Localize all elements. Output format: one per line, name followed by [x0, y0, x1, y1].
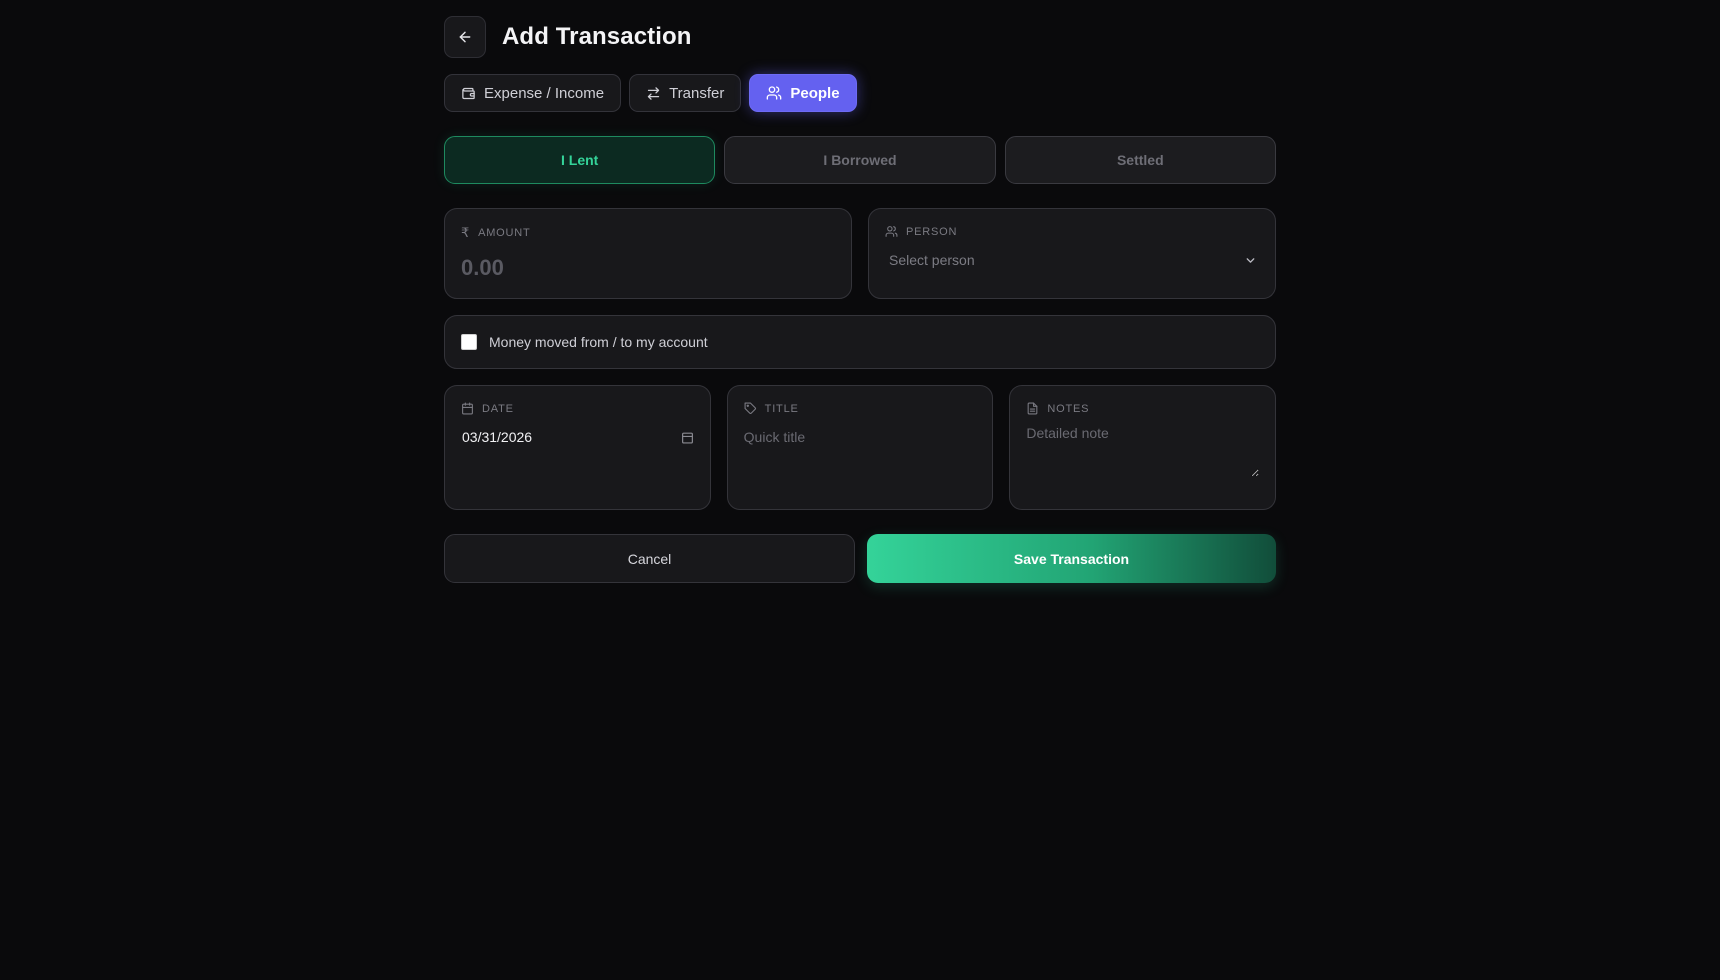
date-label: DATE	[461, 402, 694, 415]
tab-label: Transfer	[669, 84, 725, 102]
notes-label: NOTES	[1026, 402, 1259, 415]
amount-person-row: ₹ AMOUNT PERSON Select person	[444, 208, 1276, 299]
account-checkbox[interactable]	[461, 334, 477, 350]
person-select-value: Select person	[889, 252, 975, 268]
date-label-text: DATE	[482, 402, 514, 415]
person-card: PERSON Select person	[868, 208, 1276, 299]
tab-label: Expense / Income	[484, 84, 605, 102]
notes-label-text: NOTES	[1047, 402, 1090, 415]
arrows-swap-icon	[647, 86, 660, 100]
account-checkbox-label: Money moved from / to my account	[489, 334, 708, 350]
person-label-text: PERSON	[906, 225, 958, 238]
direction-options: I Lent I Borrowed Settled	[444, 136, 1276, 184]
amount-card: ₹ AMOUNT	[444, 208, 852, 299]
account-checkbox-row[interactable]: Money moved from / to my account	[444, 315, 1276, 369]
tab-expense-income[interactable]: Expense / Income	[444, 74, 622, 112]
page-title: Add Transaction	[502, 23, 692, 50]
users-icon	[885, 226, 898, 237]
calendar-picker-icon[interactable]	[681, 431, 694, 444]
tab-people[interactable]: People	[749, 74, 857, 112]
tab-label: People	[790, 84, 840, 102]
cancel-button[interactable]: Cancel	[444, 534, 855, 583]
page-header: Add Transaction	[444, 16, 1276, 58]
add-transaction-page: Add Transaction Expense / Income Transfe…	[444, 16, 1277, 583]
title-input[interactable]	[743, 429, 977, 445]
wallet-icon	[462, 87, 475, 99]
tag-icon	[744, 402, 756, 414]
rupee-icon: ₹	[461, 225, 471, 240]
users-icon	[767, 86, 782, 100]
tab-transfer[interactable]: Transfer	[629, 74, 742, 112]
amount-label-text: AMOUNT	[478, 227, 531, 239]
form-actions: Cancel Save Transaction	[444, 534, 1276, 583]
date-title-notes-row: DATE 03/31/2026 TITLE NOTES	[444, 385, 1277, 510]
person-label: PERSON	[885, 225, 1259, 238]
option-i-borrowed[interactable]: I Borrowed	[724, 136, 996, 184]
date-card: DATE 03/31/2026	[444, 385, 711, 510]
back-button[interactable]	[444, 16, 486, 58]
mode-tabs: Expense / Income Transfer People	[444, 74, 1276, 112]
title-label: TITLE	[744, 402, 977, 415]
amount-input[interactable]	[461, 255, 835, 281]
date-value: 03/31/2026	[462, 429, 533, 445]
option-settled[interactable]: Settled	[1004, 136, 1276, 184]
date-input[interactable]: 03/31/2026	[461, 429, 694, 445]
amount-label: ₹ AMOUNT	[461, 225, 835, 241]
notes-textarea[interactable]	[1026, 425, 1260, 477]
person-select[interactable]: Select person	[885, 252, 1259, 268]
title-label-text: TITLE	[764, 402, 799, 415]
option-i-lent[interactable]: I Lent	[444, 136, 716, 184]
calendar-icon	[462, 402, 473, 415]
chevron-down-icon	[1246, 257, 1255, 263]
notes-card: NOTES	[1009, 385, 1277, 510]
arrow-left-icon	[459, 31, 471, 43]
title-card: TITLE	[726, 385, 994, 510]
document-icon	[1027, 402, 1038, 415]
save-transaction-button[interactable]: Save Transaction	[867, 534, 1276, 583]
